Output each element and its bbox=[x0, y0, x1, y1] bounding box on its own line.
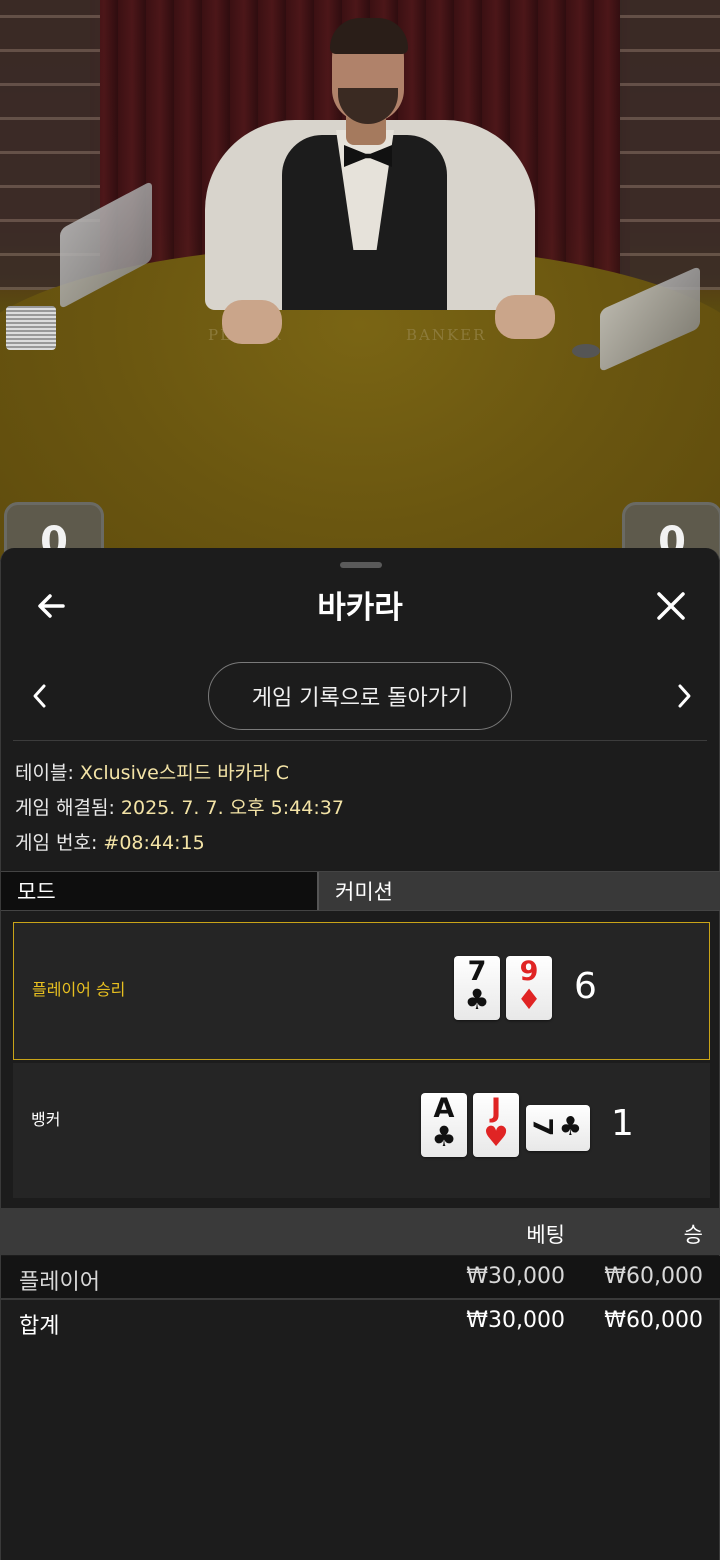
mode-tabs: 모드 커미션 bbox=[1, 871, 720, 911]
club-suit-icon: ♣ bbox=[464, 983, 490, 1016]
total-win-amount: ₩60,000 bbox=[604, 1308, 703, 1333]
heart-suit-icon: ♥ bbox=[483, 1120, 509, 1153]
win-column-header: 승 bbox=[683, 1223, 703, 1247]
total-label: 합계 bbox=[19, 1314, 60, 1339]
divider bbox=[13, 740, 707, 741]
info-resolved: 게임 해결됨: 2025. 7. 7. 오후 5:44:37 bbox=[15, 793, 344, 820]
table-row: 플레이어 ₩30,000 ₩60,000 bbox=[1, 1256, 720, 1300]
lattice-screen-right bbox=[620, 0, 720, 290]
info-table-value: Xclusive스피드 바카라 C bbox=[79, 762, 290, 784]
page-title: 바카라 bbox=[317, 590, 403, 626]
playing-card: J ♥ bbox=[473, 1093, 519, 1157]
felt-banker-text: BANKER bbox=[406, 326, 487, 344]
table-chip bbox=[572, 344, 600, 358]
dealer-right-hand bbox=[495, 295, 555, 339]
win-amount: ₩60,000 bbox=[604, 1264, 703, 1289]
bet-name: 플레이어 bbox=[19, 1270, 100, 1295]
player-result-label: 플레이어 승리 bbox=[32, 980, 126, 999]
playing-card: 9 ♦ bbox=[506, 956, 552, 1020]
live-video-feed: PLAYER BANKER 0 0 bbox=[0, 0, 720, 560]
player-score: 6 bbox=[574, 966, 597, 1007]
info-resolved-label: 게임 해결됨: bbox=[15, 797, 115, 819]
playing-card: 7 ♣ bbox=[454, 956, 500, 1020]
banker-result-row: 뱅커 A ♣ J ♥ 7 ♣ 1 bbox=[13, 1063, 710, 1198]
playing-card-rotated: 7 ♣ bbox=[526, 1105, 590, 1151]
info-number-value: #08:44:15 bbox=[103, 832, 205, 854]
info-number-label: 게임 번호: bbox=[15, 832, 98, 854]
banker-score: 1 bbox=[611, 1103, 634, 1144]
total-row: 합계 ₩30,000 ₩60,000 bbox=[1, 1300, 720, 1342]
bet-amount: ₩30,000 bbox=[466, 1264, 565, 1289]
chevron-left-icon[interactable] bbox=[25, 678, 55, 714]
playing-card: A ♣ bbox=[421, 1093, 467, 1157]
diamond-suit-icon: ♦ bbox=[516, 983, 542, 1016]
banker-result-label: 뱅커 bbox=[31, 1110, 61, 1129]
info-resolved-value: 2025. 7. 7. 오후 5:44:37 bbox=[120, 797, 344, 819]
game-history-sheet: 바카라 게임 기록으로 돌아가기 테이블: Xclusive스피드 바카라 C … bbox=[0, 548, 720, 1560]
club-suit-icon: ♣ bbox=[431, 1120, 457, 1153]
tab-mode[interactable]: 모드 bbox=[1, 872, 319, 910]
bet-column-header: 베팅 bbox=[526, 1223, 565, 1247]
card-deck bbox=[6, 306, 56, 350]
dealer-left-hand bbox=[222, 300, 282, 344]
player-result-row: 플레이어 승리 7 ♣ 9 ♦ 6 bbox=[13, 922, 710, 1060]
close-x-icon[interactable] bbox=[651, 586, 691, 626]
club-suit-icon: ♣ bbox=[558, 1112, 582, 1142]
info-table: 테이블: Xclusive스피드 바카라 C bbox=[15, 758, 289, 785]
tab-commission[interactable]: 커미션 bbox=[319, 872, 720, 910]
back-to-history-button[interactable]: 게임 기록으로 돌아가기 bbox=[208, 662, 512, 730]
info-table-label: 테이블: bbox=[15, 762, 74, 784]
bets-table-header: 베팅 승 bbox=[1, 1208, 720, 1255]
total-bet-amount: ₩30,000 bbox=[466, 1308, 565, 1333]
card-rank: 7 bbox=[526, 1117, 558, 1137]
chevron-right-icon[interactable] bbox=[669, 678, 699, 714]
info-game-number: 게임 번호: #08:44:15 bbox=[15, 828, 205, 855]
drag-handle[interactable] bbox=[340, 562, 382, 568]
dealer-hair bbox=[330, 18, 408, 54]
